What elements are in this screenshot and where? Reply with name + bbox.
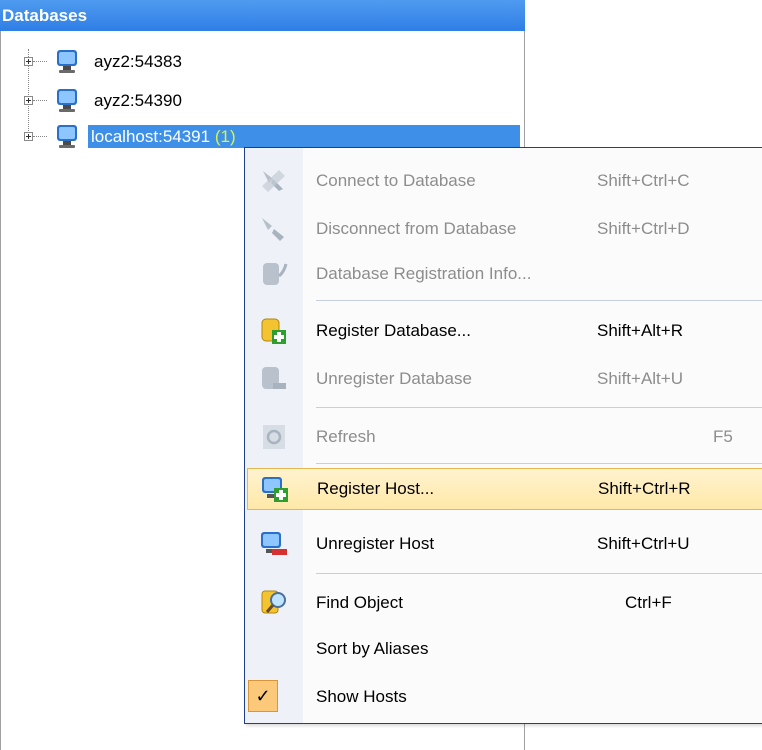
- menu-item-sort-by-aliases[interactable]: Sort by Aliases: [245, 628, 762, 670]
- database-count: (1): [214, 127, 236, 146]
- database-info-icon: [263, 263, 288, 285]
- host-label[interactable]: ayz2:54390: [91, 89, 185, 112]
- menu-item-disconnect-from-database[interactable]: Disconnect from Database Shift+Ctrl+D: [245, 208, 762, 250]
- host-label[interactable]: ayz2:54383: [91, 50, 185, 73]
- menu-separator: [316, 573, 762, 574]
- menu-item-connect-to-database[interactable]: Connect to Database Shift+Ctrl+C: [245, 160, 762, 202]
- expand-icon[interactable]: [24, 96, 33, 105]
- menu-item-database-registration-info[interactable]: Database Registration Info...: [245, 253, 762, 295]
- unregister-database-icon: [262, 367, 286, 389]
- panel-title: Databases: [0, 0, 525, 31]
- unregister-host-icon: [261, 532, 287, 555]
- menu-item-unregister-host[interactable]: Unregister Host Shift+Ctrl+U: [245, 523, 762, 565]
- checkmark-icon: ✓: [248, 680, 278, 712]
- disconnect-icon: [262, 218, 284, 241]
- computer-icon: [57, 125, 77, 148]
- register-database-icon: [261, 318, 286, 344]
- tree-item-host[interactable]: ayz2:54390: [0, 86, 520, 116]
- menu-item-register-database[interactable]: Register Database... Shift+Alt+R: [245, 310, 762, 352]
- context-menu: Connect to Database Shift+Ctrl+C Disconn…: [244, 147, 762, 724]
- menu-item-refresh[interactable]: Refresh F5: [245, 416, 762, 458]
- computer-icon: [57, 89, 77, 112]
- menu-item-unregister-database[interactable]: Unregister Database Shift+Alt+U: [245, 358, 762, 400]
- menu-item-register-host[interactable]: Register Host... Shift+Ctrl+R: [247, 468, 762, 510]
- expand-icon[interactable]: [24, 57, 33, 66]
- connect-icon: [262, 170, 285, 192]
- menu-separator: [316, 463, 762, 464]
- menu-item-show-hosts[interactable]: ✓ Show Hosts: [245, 676, 762, 718]
- menu-item-find-object[interactable]: Find Object Ctrl+F: [245, 582, 762, 624]
- menu-separator: [316, 407, 762, 408]
- host-label[interactable]: localhost:54391 (1): [88, 125, 520, 148]
- menu-separator: [316, 300, 762, 301]
- expand-icon[interactable]: [24, 132, 33, 141]
- refresh-icon: [263, 425, 285, 449]
- register-host-icon: [262, 477, 288, 502]
- computer-icon: [57, 50, 77, 73]
- tree-item-host[interactable]: ayz2:54383: [0, 47, 520, 77]
- find-object-icon: [261, 590, 286, 614]
